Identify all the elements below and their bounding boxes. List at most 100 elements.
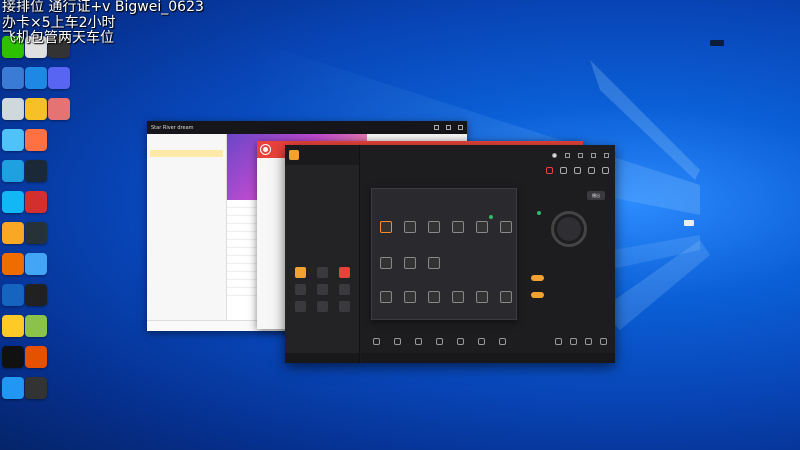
app-icon-notes[interactable]	[25, 98, 47, 120]
app-icon-black[interactable]	[2, 346, 24, 368]
sidebar-row-selected[interactable]	[150, 150, 223, 157]
app-icon-folder[interactable]	[2, 222, 24, 244]
bottom-toolbar	[361, 329, 615, 353]
sidebar-row[interactable]	[150, 136, 223, 143]
app-icon-qq[interactable]	[2, 191, 24, 213]
app-icon-green[interactable]	[25, 315, 47, 337]
tool-button[interactable]	[472, 291, 492, 303]
tool-item[interactable]	[311, 301, 333, 312]
tool-item[interactable]	[289, 284, 311, 295]
tool-button[interactable]	[376, 257, 396, 269]
app-icon-dark[interactable]	[25, 284, 47, 306]
tool-item[interactable]	[334, 267, 356, 278]
settings-icon[interactable]	[555, 337, 562, 345]
tool-button[interactable]	[472, 221, 492, 233]
app-icon-game[interactable]	[2, 67, 24, 89]
music-app-sidebar	[147, 134, 227, 331]
app-icon-edge[interactable]	[2, 160, 24, 182]
tool-button[interactable]	[376, 221, 396, 233]
sidebar-item[interactable]	[260, 163, 284, 183]
toolbar-button[interactable]	[369, 337, 383, 345]
tool-item[interactable]	[334, 301, 356, 312]
sidebar-row[interactable]	[150, 164, 223, 171]
close-icon[interactable]	[458, 125, 463, 130]
sidebar-row[interactable]	[150, 199, 223, 206]
tool-button[interactable]	[400, 257, 420, 269]
tool-button[interactable]	[448, 221, 468, 233]
minimize-icon[interactable]	[434, 125, 439, 130]
sidebar-row[interactable]	[150, 192, 223, 199]
lock-icon[interactable]	[560, 167, 567, 174]
tool-icon	[452, 291, 464, 303]
app-icon-orange[interactable]	[25, 129, 47, 151]
chart-icon[interactable]	[574, 167, 581, 174]
sidebar-row[interactable]	[150, 171, 223, 178]
tool-item[interactable]	[289, 301, 311, 312]
app-icon-game2[interactable]	[25, 346, 47, 368]
app-icon-ring[interactable]	[25, 377, 47, 399]
tool-icon	[428, 221, 440, 233]
app-icon-owl[interactable]	[2, 315, 24, 337]
sidebar-item[interactable]	[260, 203, 284, 223]
tool-icon	[380, 291, 392, 303]
tool-item[interactable]	[334, 284, 356, 295]
toolbar-button[interactable]	[390, 337, 404, 345]
app-icon-monitor[interactable]	[25, 67, 47, 89]
sidebar-row[interactable]	[150, 178, 223, 185]
right-toolbar-icons	[555, 337, 607, 345]
overlay-line-1: 接排位 通行证+v Bigwei_0623	[2, 0, 204, 15]
tool-item[interactable]	[311, 284, 333, 295]
maximize-icon[interactable]	[446, 125, 451, 130]
close-icon[interactable]	[604, 152, 609, 158]
sidebar-row[interactable]	[150, 185, 223, 192]
app-icon-pc[interactable]	[2, 129, 24, 151]
mic-icon[interactable]	[585, 337, 592, 345]
toolbar-button[interactable]	[474, 337, 488, 345]
tool-icon	[500, 291, 512, 303]
sidebar-row[interactable]	[150, 143, 223, 150]
speaker-icon[interactable]	[570, 337, 577, 345]
tool-button[interactable]	[496, 291, 516, 303]
minimize-icon[interactable]	[578, 152, 583, 158]
app-icon-tool[interactable]	[25, 222, 47, 244]
tool-icon	[316, 267, 328, 278]
app-icon-discord[interactable]	[48, 67, 70, 89]
sidebar-row[interactable]	[150, 157, 223, 164]
sidebar-item[interactable]	[260, 183, 284, 203]
app-icon-adobe[interactable]	[25, 191, 47, 213]
tool-icon	[380, 221, 392, 233]
gift-icon[interactable]	[546, 167, 553, 174]
tool-item[interactable]	[289, 267, 311, 278]
app-icon-anime[interactable]	[48, 98, 70, 120]
menu-icon[interactable]	[565, 152, 570, 158]
tool-button[interactable]	[376, 291, 396, 303]
tool-button[interactable]	[424, 291, 444, 303]
toolbar-button[interactable]	[495, 337, 509, 345]
avatar[interactable]	[552, 152, 557, 158]
notice-bar	[285, 353, 359, 363]
tool-button[interactable]	[424, 221, 444, 233]
tool-button[interactable]	[448, 291, 468, 303]
app-icon-steam[interactable]	[25, 160, 47, 182]
app-icon-shield[interactable]	[2, 377, 24, 399]
sidebar-item[interactable]	[260, 223, 284, 243]
tool-button[interactable]	[400, 291, 420, 303]
app-icon-recycle[interactable]	[2, 98, 24, 120]
share-icon[interactable]	[602, 167, 609, 174]
app-icon-browser[interactable]	[2, 284, 24, 306]
maximize-icon[interactable]	[591, 152, 596, 158]
app-icon-torch[interactable]	[2, 253, 24, 275]
app-icon-screen[interactable]	[25, 253, 47, 275]
tool-button[interactable]	[424, 257, 444, 269]
toolbar-button[interactable]	[432, 337, 446, 345]
camera-icon[interactable]	[600, 337, 607, 345]
start-broadcast-button[interactable]: 播出	[587, 191, 605, 200]
gear-icon[interactable]	[588, 167, 595, 174]
tool-item[interactable]	[311, 267, 333, 278]
tool-button[interactable]	[496, 221, 516, 233]
tool-button[interactable]	[400, 221, 420, 233]
music-app-title: Star River dream	[151, 124, 194, 131]
toolbar-button[interactable]	[411, 337, 425, 345]
broadcast-ring[interactable]	[551, 211, 587, 247]
toolbar-button[interactable]	[453, 337, 467, 345]
